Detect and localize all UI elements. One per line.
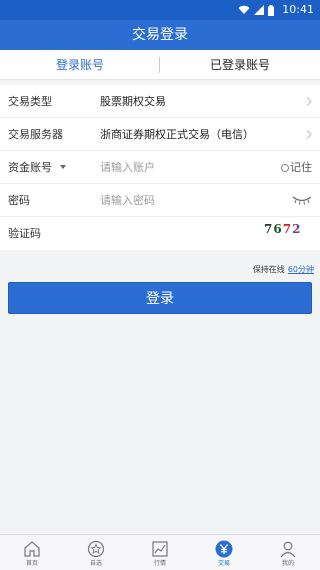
account-input[interactable]: 请输入账户 bbox=[100, 151, 155, 184]
chevron-right-icon bbox=[306, 97, 312, 106]
server-label: 交易服务器 bbox=[8, 128, 63, 141]
account-row: 资金账号 请输入账户 记住 bbox=[0, 151, 320, 184]
yen-icon bbox=[215, 540, 233, 558]
captcha-image[interactable]: 7672 bbox=[264, 222, 301, 236]
nav-label: 我的 bbox=[281, 560, 294, 567]
login-button[interactable]: 登录 bbox=[8, 282, 312, 314]
status-time: 10:41 bbox=[282, 3, 314, 16]
nav-item-trade[interactable]: 交易 bbox=[192, 535, 256, 570]
nav-item-watchlist[interactable]: 自选 bbox=[64, 535, 128, 570]
captcha-char: 6 bbox=[273, 222, 283, 236]
captcha-char: 2 bbox=[292, 222, 302, 236]
nav-item-market[interactable]: 行情 bbox=[128, 535, 192, 570]
home-icon bbox=[24, 541, 40, 557]
captcha-label: 验证码 bbox=[8, 227, 41, 240]
chart-icon bbox=[152, 541, 168, 557]
bottom-nav: 首页 自选 行情 交易 我的 bbox=[0, 534, 320, 570]
trade-type-row[interactable]: 交易类型 股票期权交易 bbox=[0, 85, 320, 118]
trade-type-label: 交易类型 bbox=[8, 95, 52, 108]
account-label: 资金账号 bbox=[8, 161, 52, 174]
server-value: 浙商证券期权正式交易（电信） bbox=[100, 128, 254, 141]
wifi-icon bbox=[238, 5, 250, 14]
trade-type-value: 股票期权交易 bbox=[100, 95, 166, 108]
captcha-row: 验证码 7672 bbox=[0, 217, 320, 250]
nav-label: 自选 bbox=[89, 560, 102, 567]
radio-icon bbox=[281, 164, 289, 172]
keep-online-duration-link[interactable]: 60分钟 bbox=[288, 265, 314, 274]
password-row: 密码 请输入密码 bbox=[0, 184, 320, 217]
login-form: 交易类型 股票期权交易 交易服务器 浙商证券期权正式交易（电信） 资金账号 请输… bbox=[0, 85, 320, 250]
page-title: 交易登录 bbox=[0, 20, 320, 50]
account-tabs: 登录账号 已登录账号 bbox=[0, 50, 320, 80]
password-label: 密码 bbox=[8, 194, 30, 207]
nav-label: 交易 bbox=[217, 560, 230, 567]
tab-login-account[interactable]: 登录账号 bbox=[0, 50, 160, 80]
keep-online: 保持在线 60分钟 bbox=[253, 264, 314, 275]
server-row[interactable]: 交易服务器 浙商证券期权正式交易（电信） bbox=[0, 118, 320, 151]
keep-online-label: 保持在线 bbox=[252, 265, 285, 274]
star-icon bbox=[87, 540, 105, 558]
remember-account-toggle[interactable]: 记住 bbox=[281, 151, 312, 184]
tab-logged-account[interactable]: 已登录账号 bbox=[160, 50, 320, 80]
captcha-char: 7 bbox=[282, 222, 293, 236]
caret-down-icon[interactable] bbox=[60, 165, 66, 169]
status-icons bbox=[238, 4, 274, 16]
chevron-right-icon bbox=[306, 130, 312, 139]
signal-icon bbox=[254, 5, 264, 15]
nav-label: 首页 bbox=[25, 560, 38, 567]
nav-item-profile[interactable]: 我的 bbox=[256, 535, 320, 570]
nav-label: 行情 bbox=[153, 560, 166, 567]
eye-closed-icon[interactable] bbox=[292, 194, 312, 206]
battery-icon bbox=[268, 4, 274, 16]
status-bar: 10:41 bbox=[0, 0, 320, 20]
person-icon bbox=[280, 541, 296, 558]
password-input[interactable]: 请输入密码 bbox=[100, 184, 155, 217]
remember-label: 记住 bbox=[290, 161, 312, 174]
captcha-char: 7 bbox=[264, 222, 274, 236]
nav-item-home[interactable]: 首页 bbox=[0, 535, 64, 570]
